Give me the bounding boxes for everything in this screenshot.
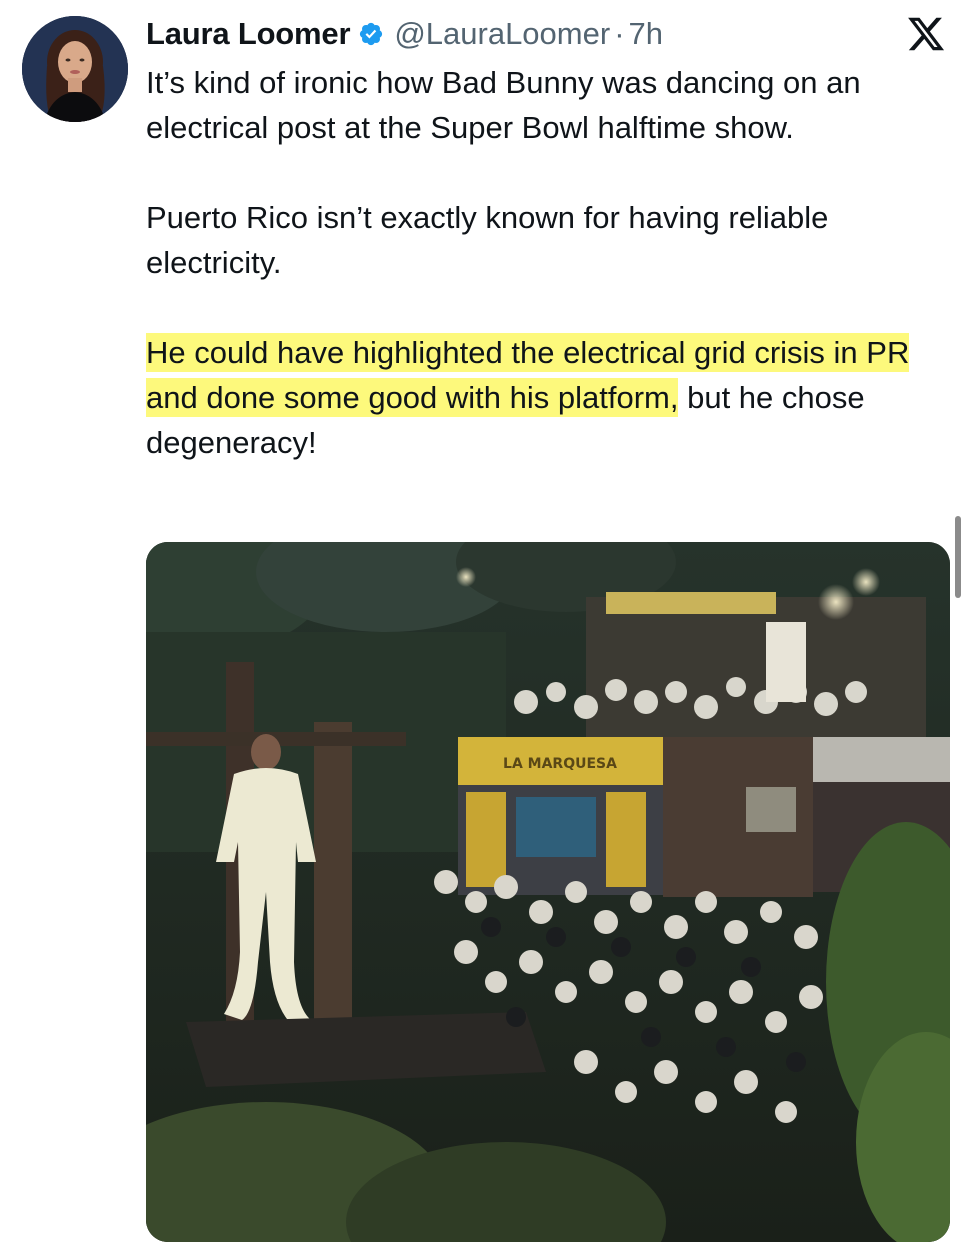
author-handle[interactable]: @LauraLoomer [394,16,610,52]
tweet-paragraph-1: It’s kind of ironic how Bad Bunny was da… [146,65,861,145]
video-still-image: LA MARQUESA [146,542,950,1242]
x-logo-icon [906,14,946,54]
tweet: Laura Loomer @LauraLoomer · 7h It’s kind… [0,0,970,1242]
header-separator: · [614,16,625,51]
profile-avatar-icon [22,16,128,122]
verified-badge-icon[interactable] [358,21,384,47]
avatar[interactable] [22,16,128,122]
store-sign-text: LA MARQUESA [503,756,617,772]
tweet-header: Laura Loomer @LauraLoomer · 7h [146,12,663,56]
author-display-name[interactable]: Laura Loomer [146,16,351,52]
tweet-paragraph-2: Puerto Rico isn’t exactly known for havi… [146,200,829,280]
tweet-paragraph-3: He could have highlighted the electrical… [146,330,956,465]
tweet-text: It’s kind of ironic how Bad Bunny was da… [146,60,956,465]
page-scrollbar[interactable] [955,516,961,598]
tweet-media[interactable]: LA MARQUESA [146,542,950,1242]
tweet-timestamp[interactable]: 7h [629,16,663,52]
